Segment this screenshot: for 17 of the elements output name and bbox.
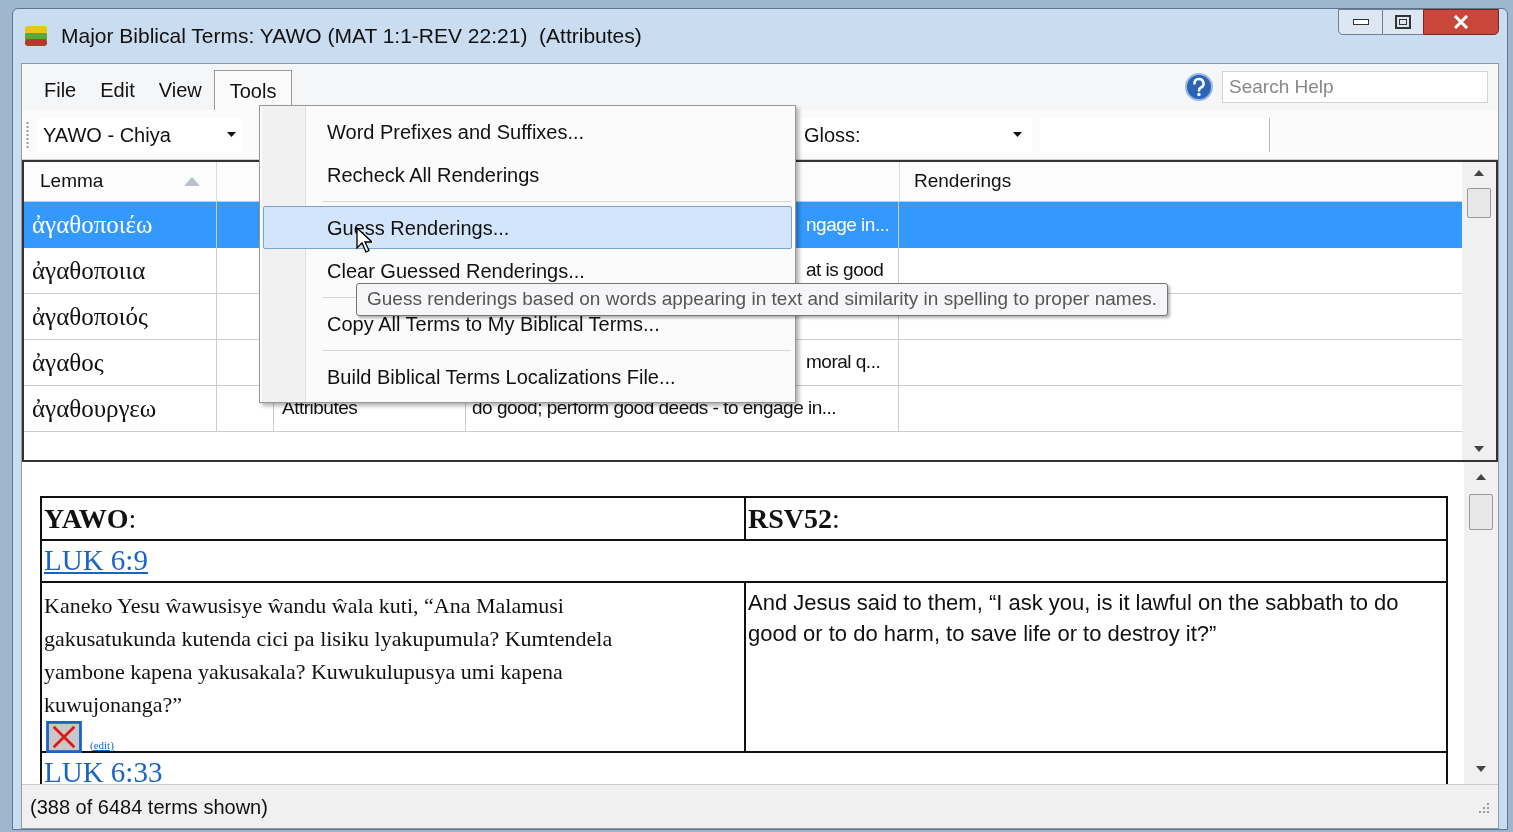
category-text: Attributes — [282, 396, 358, 421]
lemma-text: ἀγαθος — [32, 347, 104, 378]
tooltip: Guess renderings based on words appearing in text and similarity in spelling to proper names. — [356, 283, 1168, 316]
lemma-text: ἀγαθουργεω — [32, 393, 157, 424]
status-text: (388 of 6484 terms shown) — [30, 794, 268, 820]
window-title: Major Biblical Terms: YAWO (MAT 1:1-REV 22:21) (Attributes) — [61, 23, 642, 50]
gloss-text: moral q... — [806, 350, 881, 375]
lemma-text: ἀγαθοποιέω — [32, 210, 153, 241]
gloss-text: do good; perform good deeds - to engage in... — [472, 396, 837, 421]
verse-text: Kaneko Yesu ŵawusisye ŵandu ŵala kuti, “Ana Malamusi gakusatukunda kutenda cici pa lisiku lyakupumula? Kumtendela yambone kapena yakusakala? Kuwukulupusya umi kapena kuwujonanga?” — [44, 592, 614, 719]
lemma-text: ἀγαθοποιια — [32, 255, 146, 286]
version-heading: RSV52: — [748, 501, 840, 536]
translation-text: And Jesus said to them, “I ask you, is it lawful on the sabbath to do good or to do harm, to save life or to destroy it?” — [748, 589, 1400, 648]
project-heading: YAWO: — [44, 501, 137, 536]
gloss-text: at is good — [806, 258, 884, 283]
gloss-text: ngage in... — [806, 212, 890, 237]
lemma-text: ἀγαθοποιός — [32, 301, 148, 332]
